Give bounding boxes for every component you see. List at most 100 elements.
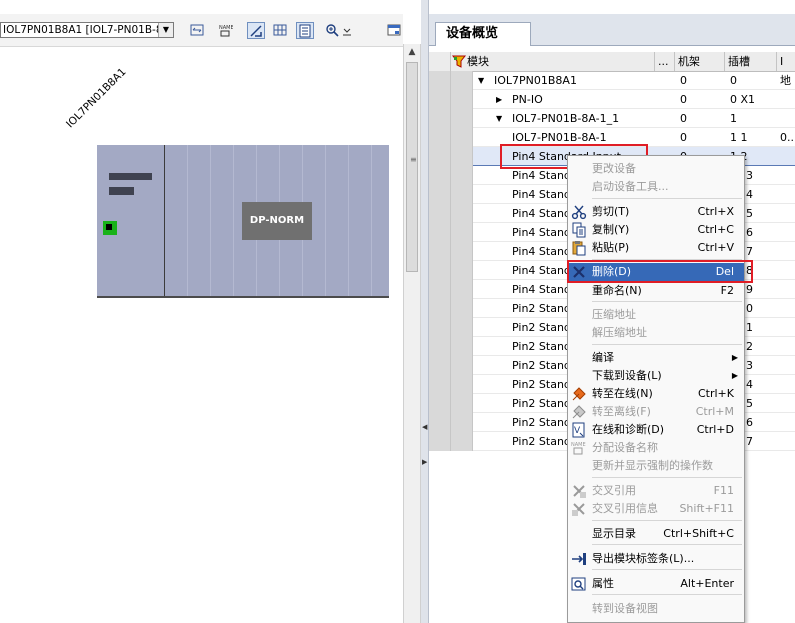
menu-item-label: 属性: [592, 577, 614, 590]
vertical-scrollbar[interactable]: ▲ ≡: [403, 44, 421, 623]
device-select-dropdown[interactable]: IOL7PN01B8A1 [IOL7-PN01B-8A-1] ▼: [0, 22, 174, 38]
menu-item[interactable]: 下载到设备(L) ▶: [568, 367, 744, 385]
zoom-icon[interactable]: [324, 22, 342, 39]
cross-reference-icon: [571, 483, 587, 499]
menu-item[interactable]: V 在线和诊断(D) Ctrl+D: [568, 421, 744, 439]
row-header[interactable]: [429, 299, 473, 318]
row-header[interactable]: [429, 90, 473, 109]
menu-item[interactable]: 粘贴(P) Ctrl+V: [568, 239, 744, 257]
expand-right-icon[interactable]: ▶: [422, 458, 428, 466]
row-header[interactable]: [429, 318, 473, 337]
slot-value: 0: [746, 302, 753, 315]
menu-item[interactable]: 导出模块标签条(L)...: [568, 550, 744, 568]
slot-value: 1: [730, 112, 737, 125]
menu-item-label: 交叉引用信息: [592, 502, 658, 515]
menu-item: 交叉引用信息 Shift+F11: [568, 500, 744, 518]
grid-icon[interactable]: [272, 22, 290, 39]
table-row[interactable]: ▼ IOL7-PN01B-8A-1_1 0 1: [429, 109, 795, 128]
module-name: Pin2 Stand: [512, 397, 571, 410]
menu-separator: [592, 198, 742, 199]
slot-value: 7: [746, 435, 753, 448]
device-name-label: IOL7PN01B8A1: [64, 65, 129, 131]
collapse-left-icon[interactable]: ◀: [422, 423, 428, 431]
menu-item[interactable]: 编译 ▶: [568, 349, 744, 367]
menu-item-shortcut: Ctrl+C: [697, 223, 734, 236]
header-module-label: 模块: [467, 55, 489, 68]
row-header[interactable]: [429, 185, 473, 204]
device-rack[interactable]: DP-NORM: [97, 145, 389, 298]
menu-item[interactable]: 剪切(T) Ctrl+X: [568, 203, 744, 221]
header-module[interactable]: 模块: [451, 52, 655, 71]
row-header[interactable]: [429, 166, 473, 185]
header-slot[interactable]: 插槽: [725, 52, 777, 71]
row-header[interactable]: [429, 261, 473, 280]
table-row[interactable]: ▼ IOL7PN01B8A1 0 0: [429, 71, 795, 90]
row-header[interactable]: [429, 280, 473, 299]
row-header[interactable]: [429, 223, 473, 242]
menu-item-label: 粘贴(P): [592, 241, 630, 254]
row-header[interactable]: [429, 147, 473, 166]
swap-view-icon[interactable]: [189, 22, 207, 39]
window-layout-icon[interactable]: [386, 22, 403, 39]
tab-device-overview[interactable]: 设备概览: [435, 22, 531, 46]
menu-separator: [592, 520, 742, 521]
slot-value: 4: [746, 378, 753, 391]
row-header[interactable]: [429, 109, 473, 128]
row-header[interactable]: [429, 71, 473, 90]
expand-icon[interactable]: ▶: [496, 90, 502, 109]
menu-item: 更新并显示强制的操作数: [568, 457, 744, 475]
scroll-up-icon[interactable]: ▲: [404, 44, 420, 60]
device-view-panel: IOL7PN01B8A1 [IOL7-PN01B-8A-1] ▼ NAME IO…: [0, 0, 403, 623]
menu-item-shortcut: Ctrl+M: [695, 405, 734, 418]
rack-divider: [164, 145, 165, 296]
zoom-dropdown-icon[interactable]: [341, 22, 353, 39]
module-name: IOL7-PN01B-8A-1_1: [512, 112, 620, 125]
rack-value: 0: [680, 93, 687, 106]
row-header[interactable]: [429, 413, 473, 432]
row-header[interactable]: [429, 375, 473, 394]
header-rack[interactable]: 机架: [675, 52, 725, 71]
chevron-down-icon[interactable]: ▼: [158, 23, 173, 37]
menu-item[interactable]: 复制(Y) Ctrl+C: [568, 221, 744, 239]
menu-item[interactable]: 属性 Alt+Enter: [568, 575, 744, 593]
svg-text:V: V: [574, 426, 581, 436]
rack-value: 0: [680, 74, 687, 87]
go-offline-icon: [571, 404, 587, 420]
collapse-icon[interactable]: ▼: [496, 109, 502, 128]
header-spacer: [429, 52, 451, 71]
menu-item-shortcut: Ctrl+D: [696, 423, 734, 436]
row-header[interactable]: [429, 204, 473, 223]
module-name: Pin2 Stand: [512, 321, 571, 334]
slot-value: 6: [746, 226, 753, 239]
menu-item[interactable]: 重命名(N) F2: [568, 282, 744, 300]
diagnostics-icon: V: [571, 422, 587, 438]
pan-tool-icon[interactable]: [247, 22, 265, 39]
row-header[interactable]: [429, 242, 473, 261]
row-header[interactable]: [429, 356, 473, 375]
module-name: Pin4 Stand: [512, 245, 571, 258]
menu-item[interactable]: 显示目录 Ctrl+Shift+C: [568, 525, 744, 543]
menu-item: 解压缩地址: [568, 324, 744, 342]
table-view-icon[interactable]: [296, 22, 314, 39]
row-header[interactable]: [429, 337, 473, 356]
scroll-thumb[interactable]: ≡: [406, 62, 418, 272]
show-name-icon[interactable]: NAME: [218, 22, 236, 39]
collapse-icon[interactable]: ▼: [478, 71, 484, 90]
port-icon[interactable]: [103, 221, 117, 235]
header-address[interactable]: I 地: [777, 52, 795, 87]
menu-item-label: 编译: [592, 351, 614, 364]
dp-norm-module[interactable]: DP-NORM: [242, 202, 312, 240]
slot-value: 0: [730, 74, 737, 87]
menu-item-label: 更新并显示强制的操作数: [592, 459, 713, 472]
module-name: PN-IO: [512, 93, 543, 106]
menu-item[interactable]: 转至在线(N) Ctrl+K: [568, 385, 744, 403]
module-name: Pin2 Stand: [512, 359, 571, 372]
module-name: Pin4 Stand: [512, 283, 571, 296]
table-row[interactable]: ▶ PN-IO 0 0 X1: [429, 90, 795, 109]
menu-item-label: 在线和诊断(D): [592, 423, 665, 436]
row-header[interactable]: [429, 128, 473, 147]
header-more[interactable]: ...: [655, 52, 675, 71]
row-header[interactable]: [429, 432, 473, 451]
panel-splitter[interactable]: ◀ ▶: [421, 0, 429, 623]
row-header[interactable]: [429, 394, 473, 413]
